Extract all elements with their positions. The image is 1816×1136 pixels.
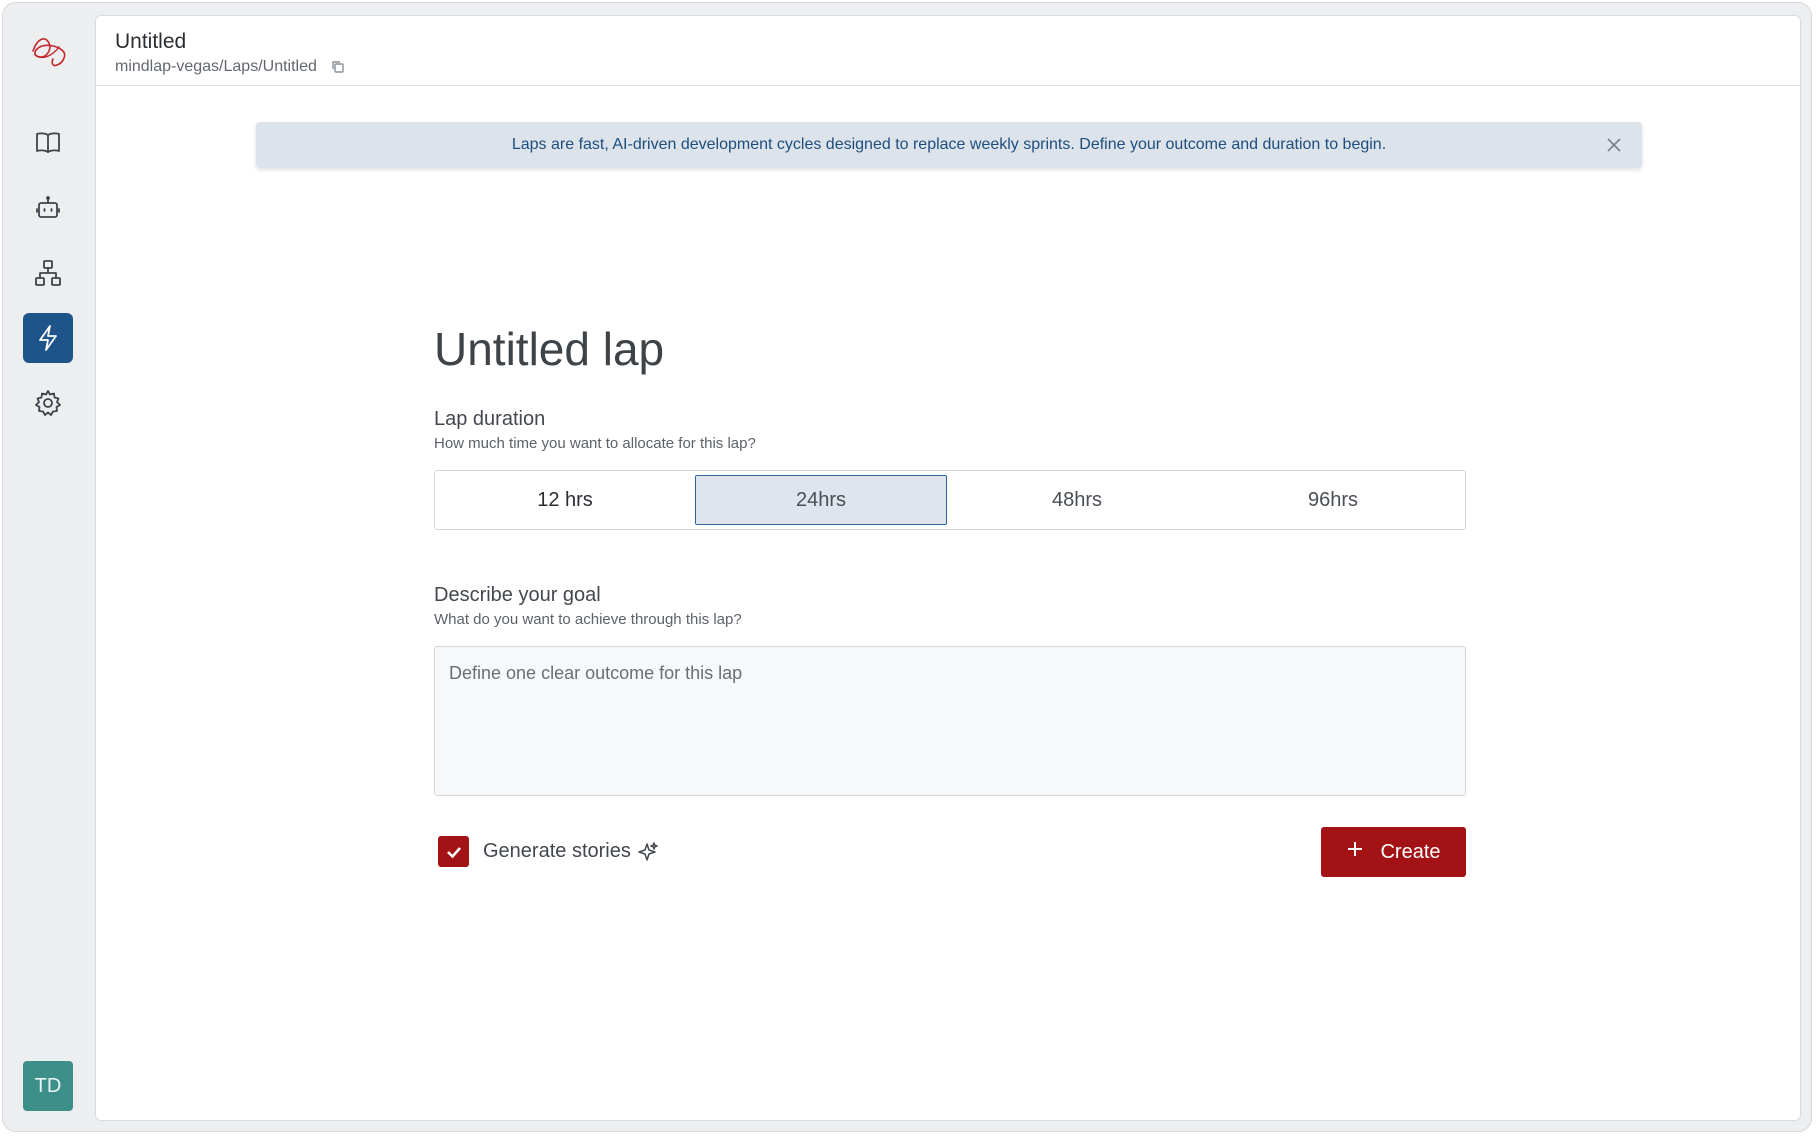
lap-title[interactable]: Untitled lap	[434, 322, 664, 376]
book-icon	[36, 132, 60, 153]
goal-label: Describe your goal	[434, 584, 601, 606]
checkmark-icon	[446, 846, 461, 858]
duration-label: Lap duration	[434, 408, 546, 430]
create-button-label: Create	[1380, 840, 1441, 863]
sidebar: TD	[3, 3, 95, 1131]
duration-hint: How much time you want to allocate for t…	[434, 435, 756, 452]
avatar-initials: TD	[34, 1074, 62, 1097]
duration-option-12[interactable]: 12 hrs	[439, 475, 691, 525]
plus-icon	[1346, 840, 1364, 864]
duration-selector: 12 hrs 24hrs 48hrs 96hrs	[434, 470, 1466, 530]
sidebar-item-settings[interactable]	[23, 378, 73, 428]
logo-icon	[32, 38, 66, 67]
app-window: TD Untitled mindlap-vegas/Laps/Untitled …	[2, 2, 1812, 1132]
robot-icon	[36, 196, 60, 218]
close-icon[interactable]	[1604, 135, 1624, 155]
goal-textarea[interactable]	[434, 646, 1466, 796]
copy-icon[interactable]	[331, 60, 345, 74]
lightning-icon	[39, 325, 57, 351]
generate-stories-label: Generate stories	[483, 840, 631, 862]
app-logo[interactable]	[23, 27, 73, 77]
banner-text: Laps are fast, AI-driven development cyc…	[511, 136, 1387, 153]
sidebar-item-agents[interactable]	[23, 183, 73, 233]
sidebar-item-laps[interactable]	[23, 313, 73, 363]
generate-stories-checkbox[interactable]	[438, 836, 469, 867]
page-title-header: Untitled	[115, 30, 187, 53]
sidebar-item-docs[interactable]	[23, 117, 73, 167]
page-header: Untitled mindlap-vegas/Laps/Untitled	[96, 16, 1800, 86]
sparkle-icon	[637, 841, 659, 863]
breadcrumb-path: mindlap-vegas/Laps/Untitled	[115, 58, 317, 75]
sidebar-item-structure[interactable]	[23, 248, 73, 298]
create-button[interactable]: Create	[1321, 827, 1466, 877]
duration-option-24[interactable]: 24hrs	[695, 475, 947, 525]
info-banner: Laps are fast, AI-driven development cyc…	[256, 122, 1642, 168]
main-panel: Untitled mindlap-vegas/Laps/Untitled Lap…	[95, 15, 1801, 1121]
duration-option-96[interactable]: 96hrs	[1207, 475, 1459, 525]
goal-hint: What do you want to achieve through this…	[434, 611, 742, 628]
duration-option-48[interactable]: 48hrs	[951, 475, 1203, 525]
gear-icon	[35, 390, 61, 416]
generate-stories-toggle[interactable]: Generate stories	[438, 836, 659, 867]
hierarchy-icon	[35, 260, 61, 286]
user-avatar[interactable]: TD	[23, 1061, 73, 1111]
breadcrumb: mindlap-vegas/Laps/Untitled	[115, 58, 345, 76]
